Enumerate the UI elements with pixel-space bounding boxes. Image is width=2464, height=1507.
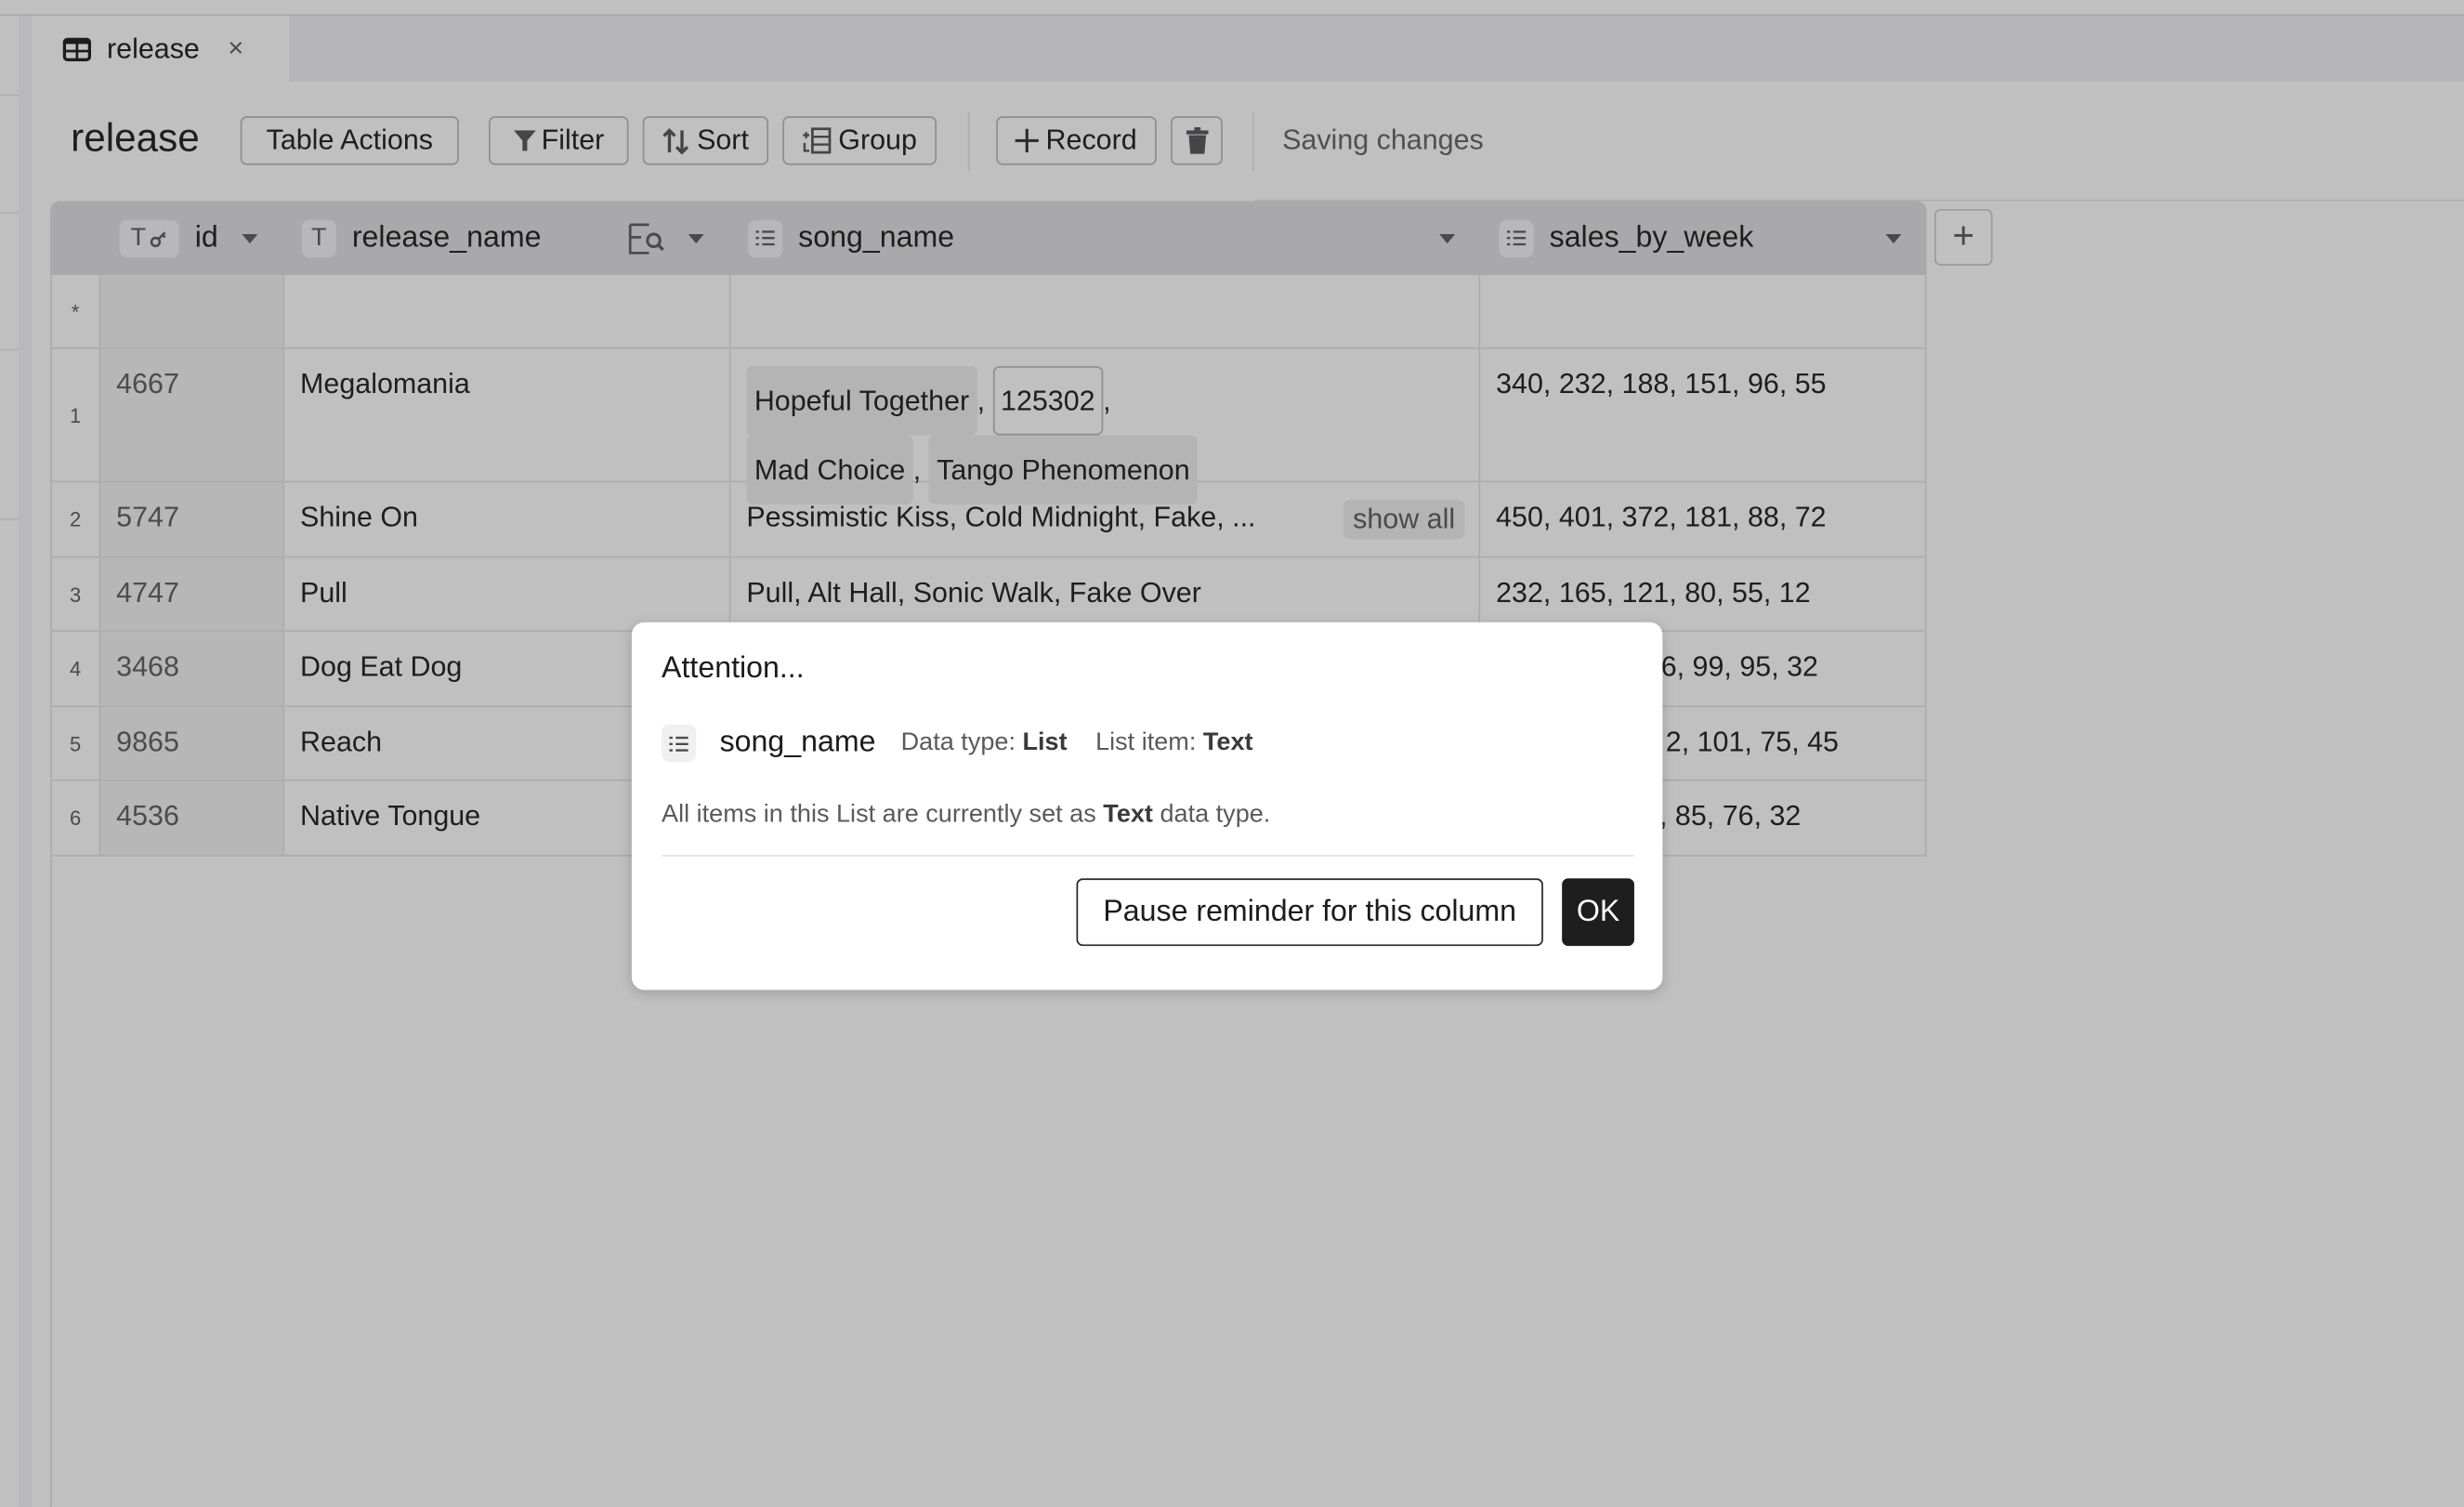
tab-label: release xyxy=(107,32,200,64)
tab-bar xyxy=(31,15,2464,82)
cell-song-name[interactable] xyxy=(728,274,1479,347)
page-title: release xyxy=(71,116,200,161)
table-icon xyxy=(62,36,92,61)
chevron-down-icon[interactable] xyxy=(688,234,704,244)
panel-resize-handle[interactable] xyxy=(19,15,32,1507)
cell-id[interactable]: 9865 xyxy=(98,707,283,780)
record-label: Record xyxy=(1045,124,1137,156)
column-header-id[interactable]: T id xyxy=(119,201,218,274)
chevron-down-icon[interactable] xyxy=(1885,234,1902,244)
filter-button[interactable]: Filter xyxy=(488,116,629,165)
list-item-info: List item: Text xyxy=(1095,728,1253,756)
column-name: id xyxy=(194,220,218,255)
cell-sales-by-week[interactable]: 232, 165, 121, 80, 55, 12 xyxy=(1478,557,1927,631)
list-type-icon xyxy=(662,724,697,763)
list-type-icon xyxy=(748,218,783,257)
toolbar-divider xyxy=(1252,111,1254,172)
column-header-sales-by-week[interactable]: sales_by_week xyxy=(1499,201,1754,274)
cell-sales-by-week[interactable]: 450, 401, 372, 181, 88, 72 xyxy=(1478,482,1927,557)
chevron-down-icon[interactable] xyxy=(1439,234,1456,244)
filter-label: Filter xyxy=(541,124,605,156)
group-button[interactable]: Group xyxy=(782,116,937,165)
row-number: 6 xyxy=(50,780,98,856)
list-type-icon xyxy=(1499,218,1534,257)
chevron-down-icon[interactable] xyxy=(242,234,258,244)
table-actions-label: Table Actions xyxy=(266,124,434,156)
cell-id[interactable]: 4667 xyxy=(98,348,283,481)
data-type-info: Data type: List xyxy=(900,728,1068,756)
plus-icon xyxy=(1016,128,1040,153)
close-icon[interactable]: × xyxy=(228,33,243,65)
column-name: song_name xyxy=(798,220,955,255)
row-number: 4 xyxy=(50,631,98,706)
ok-button[interactable]: OK xyxy=(1562,878,1634,947)
group-icon xyxy=(804,127,832,154)
attention-dialog: Attention... song_name Data type: List L… xyxy=(631,622,1663,990)
add-column-button[interactable]: + xyxy=(1933,208,1993,266)
table-actions-button[interactable]: Table Actions xyxy=(240,116,459,165)
app-window: release × release Table Actions Filter S… xyxy=(0,0,2464,1507)
list-chip: Hopeful Together xyxy=(746,366,977,436)
dialog-title: Attention... xyxy=(662,651,805,686)
table-row[interactable]: 2 5747 Shine On Pessimistic Kiss, Cold M… xyxy=(50,482,1927,558)
column-header-song-name[interactable]: song_name xyxy=(748,201,954,274)
list-chip: 125302 xyxy=(992,366,1104,436)
row-number: * xyxy=(50,274,98,347)
show-all-button[interactable]: show all xyxy=(1343,499,1465,540)
delete-button[interactable] xyxy=(1171,116,1223,165)
tab-release[interactable]: release × xyxy=(31,15,290,82)
cell-sales-by-week[interactable] xyxy=(1478,274,1927,347)
new-record-row[interactable]: * xyxy=(50,274,1927,349)
trash-icon xyxy=(1186,126,1208,154)
cell-id[interactable] xyxy=(98,274,283,347)
column-name: song_name xyxy=(719,726,876,759)
left-panel xyxy=(0,15,20,1507)
pause-reminder-button[interactable]: Pause reminder for this column xyxy=(1076,878,1543,947)
sort-label: Sort xyxy=(697,124,749,156)
cell-sales-by-week[interactable]: 340, 232, 188, 151, 96, 55 xyxy=(1478,348,1927,481)
text-type-icon: T xyxy=(301,218,336,257)
row-number: 1 xyxy=(50,348,98,481)
column-name: release_name xyxy=(351,220,542,255)
table-header: T id T release_name song_name sales_by_w… xyxy=(50,201,1927,275)
list-preview: Pessimistic Kiss, Cold Midnight, Fake, .… xyxy=(746,501,1256,533)
cell-release-name[interactable]: Megalomania xyxy=(282,348,728,481)
text-key-type-icon: T xyxy=(119,218,179,257)
cell-id[interactable]: 3468 xyxy=(98,631,283,706)
cell-release-name[interactable]: Pull xyxy=(282,557,728,631)
row-number: 5 xyxy=(50,707,98,780)
column-header-release-name[interactable]: T release_name xyxy=(301,201,542,274)
dialog-divider xyxy=(662,855,1634,857)
filter-icon xyxy=(513,130,535,151)
table-row[interactable]: 1 4667 Megalomania Hopeful Together, 125… xyxy=(50,348,1927,505)
save-status: Saving changes xyxy=(1282,124,1484,156)
cell-song-name[interactable]: Pessimistic Kiss, Cold Midnight, Fake, .… xyxy=(728,482,1479,557)
cell-id[interactable]: 4536 xyxy=(98,780,283,856)
table-row[interactable]: 3 4747 Pull Pull, Alt Hall, Sonic Walk, … xyxy=(50,557,1927,632)
column-info: song_name Data type: List List item: Tex… xyxy=(662,724,1281,763)
cell-song-name[interactable]: Pull, Alt Hall, Sonic Walk, Fake Over xyxy=(728,557,1479,631)
row-number: 3 xyxy=(50,557,98,631)
cell-release-name[interactable]: Shine On xyxy=(282,482,728,557)
cell-id[interactable]: 4747 xyxy=(98,557,283,631)
column-name: sales_by_week xyxy=(1549,220,1754,255)
toolbar-divider xyxy=(967,111,970,172)
group-label: Group xyxy=(838,124,917,156)
sort-button[interactable]: Sort xyxy=(642,116,769,165)
cell-id[interactable]: 5747 xyxy=(98,482,283,557)
dialog-message: All items in this List are currently set… xyxy=(662,801,1271,829)
cell-release-name[interactable] xyxy=(282,274,728,347)
row-number: 2 xyxy=(50,482,98,557)
add-record-button[interactable]: Record xyxy=(996,116,1157,165)
sort-icon xyxy=(663,127,689,154)
lookup-icon[interactable] xyxy=(628,223,667,255)
cell-song-name[interactable]: Hopeful Together, 125302, Mad Choice, Ta… xyxy=(728,348,1479,505)
